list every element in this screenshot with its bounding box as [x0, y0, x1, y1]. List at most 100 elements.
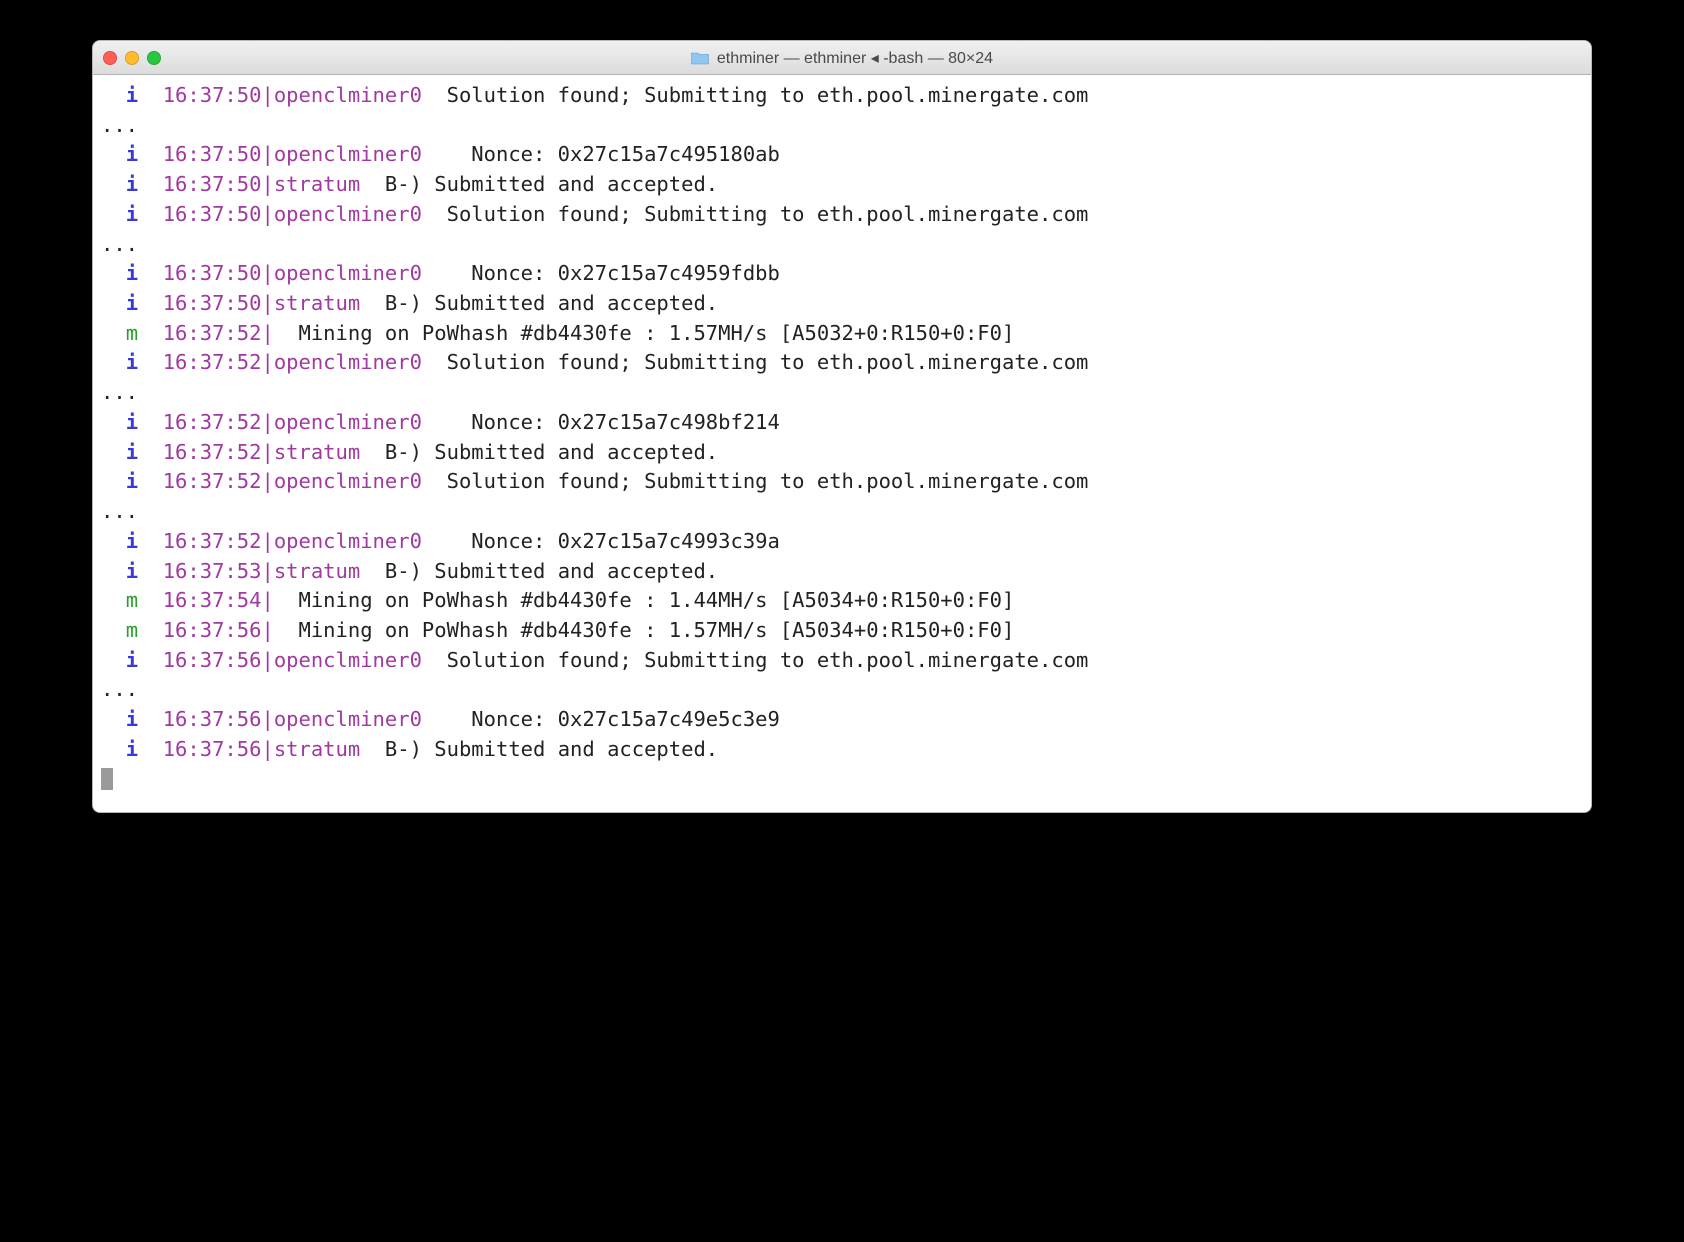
log-source: openclminer0: [274, 707, 422, 731]
pipe-icon: |: [261, 440, 273, 464]
log-source: openclminer0: [274, 410, 422, 434]
log-level: i: [126, 707, 138, 731]
log-source: stratum: [274, 172, 360, 196]
log-line: i 16:37:53|stratum B-) Submitted and acc…: [101, 557, 1583, 587]
log-line: m 16:37:56| Mining on PoWhash #db4430fe …: [101, 616, 1583, 646]
log-line: i 16:37:50|openclminer0 Solution found; …: [101, 200, 1583, 230]
pipe-icon: |: [261, 410, 273, 434]
log-timestamp: 16:37:50: [163, 83, 262, 107]
log-raw: ...: [101, 677, 138, 701]
log-raw: ...: [101, 499, 138, 523]
log-line: i 16:37:50|openclminer0 Solution found; …: [101, 81, 1583, 111]
log-source: stratum: [274, 737, 360, 761]
log-line: i 16:37:50|openclminer0 Nonce: 0x27c15a7…: [101, 140, 1583, 170]
log-line: i 16:37:52|openclminer0 Solution found; …: [101, 348, 1583, 378]
pipe-icon: |: [261, 142, 273, 166]
log-level: i: [126, 350, 138, 374]
pipe-icon: |: [261, 202, 273, 226]
pipe-icon: |: [261, 648, 273, 672]
log-message: Mining on PoWhash #db4430fe : 1.44MH/s […: [286, 588, 1014, 612]
log-line: i 16:37:50|stratum B-) Submitted and acc…: [101, 170, 1583, 200]
log-level: m: [126, 618, 138, 642]
log-level: i: [126, 83, 138, 107]
log-line: ...: [101, 111, 1583, 141]
log-line: ...: [101, 497, 1583, 527]
log-message: Solution found; Submitting to eth.pool.m…: [434, 648, 1088, 672]
log-source: openclminer0: [274, 261, 422, 285]
log-source: openclminer0: [274, 529, 422, 553]
terminal-window: ethminer — ethminer ◂ -bash — 80×24 i 16…: [92, 40, 1592, 813]
log-message: Nonce: 0x27c15a7c4959fdbb: [434, 261, 780, 285]
log-level: m: [126, 588, 138, 612]
window-titlebar[interactable]: ethminer — ethminer ◂ -bash — 80×24: [93, 41, 1591, 75]
log-raw: ...: [101, 113, 138, 137]
log-timestamp: 16:37:56: [163, 737, 262, 761]
log-source: openclminer0: [274, 142, 422, 166]
log-message: Solution found; Submitting to eth.pool.m…: [434, 83, 1088, 107]
log-level: m: [126, 321, 138, 345]
log-line: i 16:37:56|openclminer0 Nonce: 0x27c15a7…: [101, 705, 1583, 735]
log-level: i: [126, 202, 138, 226]
log-level: i: [126, 261, 138, 285]
pipe-icon: |: [261, 707, 273, 731]
log-timestamp: 16:37:54: [163, 588, 262, 612]
log-message: Mining on PoWhash #db4430fe : 1.57MH/s […: [286, 618, 1014, 642]
pipe-icon: |: [261, 559, 273, 583]
log-line: i 16:37:50|openclminer0 Nonce: 0x27c15a7…: [101, 259, 1583, 289]
log-message: Nonce: 0x27c15a7c49e5c3e9: [434, 707, 780, 731]
log-message: B-) Submitted and accepted.: [385, 559, 718, 583]
log-timestamp: 16:37:52: [163, 321, 262, 345]
log-timestamp: 16:37:50: [163, 261, 262, 285]
log-message: Nonce: 0x27c15a7c498bf214: [434, 410, 780, 434]
log-source: openclminer0: [274, 648, 422, 672]
pipe-icon: |: [261, 469, 273, 493]
close-icon[interactable]: [103, 51, 117, 65]
pipe-icon: |: [261, 588, 273, 612]
window-controls: [103, 51, 161, 65]
log-timestamp: 16:37:52: [163, 410, 262, 434]
log-message: Nonce: 0x27c15a7c4993c39a: [434, 529, 780, 553]
log-timestamp: 16:37:56: [163, 618, 262, 642]
log-line: i 16:37:56|openclminer0 Solution found; …: [101, 646, 1583, 676]
log-source: openclminer0: [274, 350, 422, 374]
pipe-icon: |: [261, 172, 273, 196]
log-line: i 16:37:50|stratum B-) Submitted and acc…: [101, 289, 1583, 319]
log-source: stratum: [274, 559, 360, 583]
log-source: stratum: [274, 440, 360, 464]
log-line: m 16:37:54| Mining on PoWhash #db4430fe …: [101, 586, 1583, 616]
log-level: i: [126, 737, 138, 761]
log-message: B-) Submitted and accepted.: [385, 440, 718, 464]
log-raw: ...: [101, 232, 138, 256]
pipe-icon: |: [261, 350, 273, 374]
log-line: i 16:37:52|openclminer0 Nonce: 0x27c15a7…: [101, 527, 1583, 557]
log-level: i: [126, 291, 138, 315]
prompt-line[interactable]: [101, 765, 1583, 795]
log-line: ...: [101, 230, 1583, 260]
log-level: i: [126, 469, 138, 493]
pipe-icon: |: [261, 529, 273, 553]
log-line: i 16:37:52|stratum B-) Submitted and acc…: [101, 438, 1583, 468]
pipe-icon: |: [261, 83, 273, 107]
log-timestamp: 16:37:50: [163, 291, 262, 315]
folder-icon: [691, 51, 709, 65]
log-timestamp: 16:37:50: [163, 172, 262, 196]
window-title: ethminer — ethminer ◂ -bash — 80×24: [691, 48, 993, 68]
log-message: Solution found; Submitting to eth.pool.m…: [434, 202, 1088, 226]
terminal-output[interactable]: i 16:37:50|openclminer0 Solution found; …: [93, 75, 1591, 812]
log-timestamp: 16:37:50: [163, 202, 262, 226]
pipe-icon: |: [261, 618, 273, 642]
log-message: B-) Submitted and accepted.: [385, 737, 718, 761]
pipe-icon: |: [261, 737, 273, 761]
cursor-icon: [101, 768, 113, 790]
log-timestamp: 16:37:50: [163, 142, 262, 166]
log-level: i: [126, 172, 138, 196]
log-source: openclminer0: [274, 469, 422, 493]
log-level: i: [126, 440, 138, 464]
zoom-icon[interactable]: [147, 51, 161, 65]
log-level: i: [126, 559, 138, 583]
log-source: stratum: [274, 291, 360, 315]
minimize-icon[interactable]: [125, 51, 139, 65]
log-message: B-) Submitted and accepted.: [385, 172, 718, 196]
pipe-icon: |: [261, 261, 273, 285]
log-line: ...: [101, 378, 1583, 408]
